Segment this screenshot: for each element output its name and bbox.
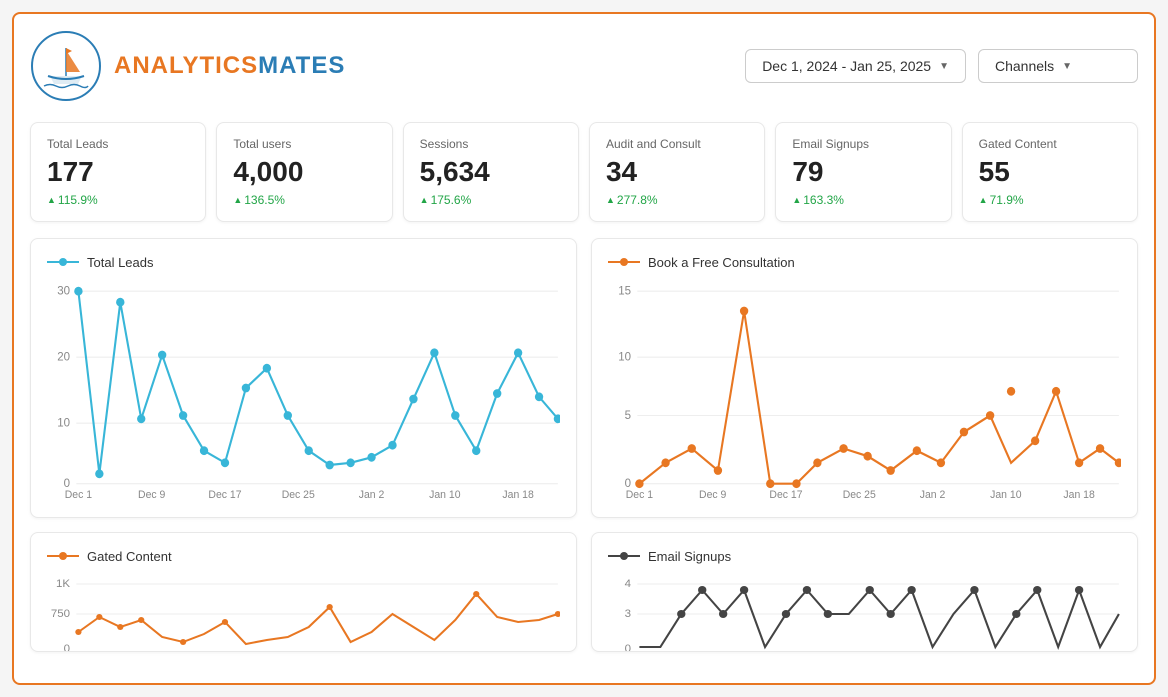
svg-text:30: 30: [57, 283, 70, 297]
svg-text:0: 0: [625, 643, 631, 652]
stat-label-audit-consult: Audit and Consult: [606, 137, 748, 151]
svg-text:1K: 1K: [56, 578, 71, 590]
svg-text:5: 5: [625, 407, 632, 421]
svg-text:Dec 9: Dec 9: [699, 488, 726, 497]
gated-content-chart-card: Gated Content 1K 750 0: [30, 532, 577, 652]
stats-row: Total Leads 177 115.9% Total users 4,000…: [30, 122, 1138, 222]
channels-dropdown[interactable]: Channels ▼: [978, 49, 1138, 83]
charts-grid: Total Leads 30 20 10 0: [30, 238, 1138, 652]
logo-area: ANALYTICSMATES: [30, 30, 345, 102]
svg-text:Jan 18: Jan 18: [502, 488, 533, 497]
stat-card-sessions: Sessions 5,634 175.6%: [403, 122, 579, 222]
svg-text:Jan 2: Jan 2: [920, 488, 946, 497]
stat-value-email-signups: 79: [792, 155, 934, 189]
stat-label-gated-content: Gated Content: [979, 137, 1121, 151]
svg-text:Jan 18: Jan 18: [1063, 488, 1094, 497]
gated-content-legend: Gated Content: [47, 549, 560, 564]
svg-text:Dec 25: Dec 25: [843, 488, 876, 497]
stat-value-total-users: 4,000: [233, 155, 375, 189]
stat-change-gated-content: 71.9%: [979, 193, 1121, 207]
svg-text:20: 20: [57, 349, 70, 363]
email-signups-legend: Email Signups: [608, 549, 1121, 564]
stat-card-total-leads: Total Leads 177 115.9%: [30, 122, 206, 222]
total-leads-legend: Total Leads: [47, 255, 560, 270]
consultation-legend-icon: [608, 256, 640, 268]
stat-change-sessions: 175.6%: [420, 193, 562, 207]
svg-text:Jan 10: Jan 10: [429, 488, 460, 497]
gated-content-svg: 1K 750 0: [47, 572, 560, 652]
svg-text:Jan 2: Jan 2: [359, 488, 385, 497]
stat-change-email-signups: 163.3%: [792, 193, 934, 207]
svg-text:Dec 1: Dec 1: [65, 488, 92, 497]
consultation-legend: Book a Free Consultation: [608, 255, 1121, 270]
stat-value-audit-consult: 34: [606, 155, 748, 189]
date-range-label: Dec 1, 2024 - Jan 25, 2025: [762, 58, 931, 74]
total-leads-chart-card: Total Leads 30 20 10 0: [30, 238, 577, 518]
header-controls: Dec 1, 2024 - Jan 25, 2025 ▼ Channels ▼: [745, 49, 1138, 83]
svg-text:3: 3: [625, 608, 631, 620]
stat-change-total-users: 136.5%: [233, 193, 375, 207]
total-leads-svg: 30 20 10 0: [47, 278, 560, 498]
svg-text:Dec 17: Dec 17: [208, 488, 241, 497]
svg-text:15: 15: [618, 283, 631, 297]
svg-text:Dec 1: Dec 1: [626, 488, 653, 497]
svg-text:Dec 9: Dec 9: [138, 488, 165, 497]
app-container: ANALYTICSMATES Dec 1, 2024 - Jan 25, 202…: [12, 12, 1156, 685]
consultation-chart-title: Book a Free Consultation: [648, 255, 795, 270]
svg-text:0: 0: [64, 643, 70, 652]
svg-text:Jan 10: Jan 10: [990, 488, 1021, 497]
stat-card-total-users: Total users 4,000 136.5%: [216, 122, 392, 222]
email-signups-legend-icon: [608, 550, 640, 562]
stat-change-audit-consult: 277.8%: [606, 193, 748, 207]
book-consultation-chart-card: Book a Free Consultation 15 10 5 0: [591, 238, 1138, 518]
channels-label: Channels: [995, 58, 1054, 74]
channels-dropdown-arrow: ▼: [1062, 61, 1072, 72]
total-leads-legend-icon: [47, 256, 79, 268]
consultation-svg: 15 10 5 0: [608, 278, 1121, 498]
logo-text-part2: MATES: [258, 52, 345, 79]
logo-text: ANALYTICSMATES: [114, 52, 345, 80]
stat-value-total-leads: 177: [47, 155, 189, 189]
date-dropdown-arrow: ▼: [939, 61, 949, 72]
svg-text:10: 10: [57, 415, 70, 429]
stat-value-gated-content: 55: [979, 155, 1121, 189]
stat-label-total-users: Total users: [233, 137, 375, 151]
stat-change-total-leads: 115.9%: [47, 193, 189, 207]
gated-content-chart-title: Gated Content: [87, 549, 172, 564]
logo-text-part1: ANALYTICS: [114, 52, 258, 79]
email-signups-chart-title: Email Signups: [648, 549, 731, 564]
svg-text:10: 10: [618, 349, 631, 363]
svg-text:750: 750: [51, 608, 70, 620]
stat-card-gated-content: Gated Content 55 71.9%: [962, 122, 1138, 222]
svg-text:Dec 25: Dec 25: [282, 488, 315, 497]
svg-text:Dec 17: Dec 17: [769, 488, 802, 497]
email-signups-svg: 4 3 0: [608, 572, 1121, 652]
header: ANALYTICSMATES Dec 1, 2024 - Jan 25, 202…: [30, 30, 1138, 102]
stat-card-email-signups: Email Signups 79 163.3%: [775, 122, 951, 222]
date-range-dropdown[interactable]: Dec 1, 2024 - Jan 25, 2025 ▼: [745, 49, 966, 83]
email-signups-chart-card: Email Signups 4 3 0: [591, 532, 1138, 652]
svg-text:4: 4: [625, 578, 631, 590]
logo-icon: [30, 30, 102, 102]
stat-label-email-signups: Email Signups: [792, 137, 934, 151]
stat-card-audit-consult: Audit and Consult 34 277.8%: [589, 122, 765, 222]
stat-label-total-leads: Total Leads: [47, 137, 189, 151]
stat-value-sessions: 5,634: [420, 155, 562, 189]
gated-content-legend-icon: [47, 550, 79, 562]
stat-label-sessions: Sessions: [420, 137, 562, 151]
total-leads-chart-title: Total Leads: [87, 255, 154, 270]
